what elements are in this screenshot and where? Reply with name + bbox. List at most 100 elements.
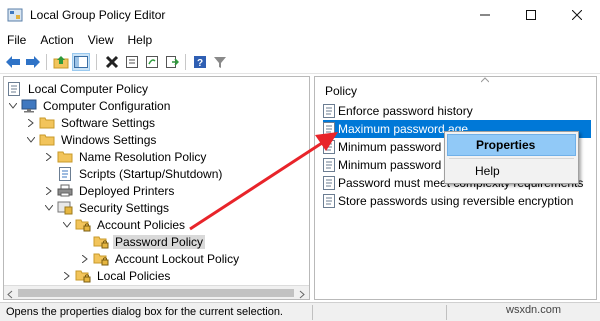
- export-list-icon: [166, 56, 179, 68]
- help-button[interactable]: ?: [191, 53, 209, 71]
- menu-action[interactable]: Action: [33, 33, 80, 47]
- scroll-right-arrow-icon[interactable]: [298, 288, 306, 299]
- forward-button[interactable]: [24, 53, 42, 71]
- tree-node-software-settings[interactable]: Software Settings: [26, 114, 157, 131]
- tree-label: Deployed Printers: [79, 183, 175, 198]
- locked-folder-icon: [75, 218, 91, 232]
- show-hide-tree-button[interactable]: [72, 53, 90, 71]
- status-divider: [446, 305, 447, 320]
- chevron-right-icon[interactable]: [80, 254, 90, 264]
- delete-icon: [105, 55, 119, 69]
- properties-button[interactable]: [123, 53, 141, 71]
- tree-label: Computer Configuration: [43, 98, 171, 113]
- tree-label: Account Policies: [97, 217, 186, 232]
- delete-button[interactable]: [103, 53, 121, 71]
- chevron-down-icon[interactable]: [8, 101, 18, 111]
- menu-help[interactable]: Help: [121, 33, 160, 47]
- scrollbar-thumb[interactable]: [18, 289, 294, 297]
- context-menu-properties[interactable]: Properties: [447, 134, 576, 156]
- policy-list-pane[interactable]: Policy Enforce password history Maximum …: [314, 76, 597, 300]
- up-one-level-button[interactable]: [52, 53, 70, 71]
- chevron-right-icon[interactable]: [26, 118, 36, 128]
- status-divider: [312, 305, 313, 320]
- policy-name: Minimum password: [338, 158, 442, 172]
- policy-setting-icon: [323, 176, 335, 190]
- refresh-button[interactable]: [143, 53, 161, 71]
- window-title: Local Group Policy Editor: [30, 8, 166, 22]
- back-button[interactable]: [4, 53, 22, 71]
- tree-node-password-policy[interactable]: Password Policy: [93, 233, 206, 250]
- toolbar-separator: [96, 54, 97, 70]
- tree-node-account-lockout-policy[interactable]: Account Lockout Policy: [80, 250, 241, 267]
- tree-node-windows-settings[interactable]: Windows Settings: [26, 131, 158, 148]
- menu-file[interactable]: File: [0, 33, 33, 47]
- policy-row[interactable]: Enforce password history: [323, 102, 591, 120]
- computer-icon: [21, 99, 37, 113]
- chevron-down-icon[interactable]: [44, 203, 54, 213]
- policy-name: Store passwords using reversible encrypt…: [338, 194, 574, 208]
- policy-setting-icon: [323, 122, 335, 136]
- policy-row[interactable]: Store passwords using reversible encrypt…: [323, 192, 591, 210]
- help-icon: ?: [194, 56, 206, 69]
- policy-name: Minimum password: [338, 140, 442, 154]
- up-folder-icon: [53, 56, 69, 69]
- folder-icon: [57, 150, 73, 164]
- tree-label: Scripts (Startup/Shutdown): [79, 166, 223, 181]
- minimize-icon: [480, 14, 490, 16]
- horizontal-scrollbar[interactable]: [4, 285, 309, 299]
- tree-node-local-policies[interactable]: Local Policies: [62, 267, 172, 284]
- properties-icon: [126, 56, 138, 68]
- tree-node-computer-configuration[interactable]: Computer Configuration: [8, 97, 172, 114]
- chevron-right-icon[interactable]: [44, 152, 54, 162]
- policy-column-header[interactable]: Policy: [325, 84, 357, 98]
- policy-setting-icon: [323, 158, 335, 172]
- folder-icon: [39, 133, 55, 147]
- chevron-right-icon[interactable]: [62, 271, 72, 281]
- tree-node-scripts[interactable]: Scripts (Startup/Shutdown): [57, 165, 224, 182]
- chevron-down-icon[interactable]: [62, 220, 72, 230]
- menu-view[interactable]: View: [81, 33, 121, 47]
- maximize-button[interactable]: [508, 0, 554, 30]
- toolbar-separator: [185, 54, 186, 70]
- tree-label-selected: Password Policy: [113, 234, 206, 249]
- sort-ascending-icon: [481, 77, 489, 83]
- tree-node-name-resolution-policy[interactable]: Name Resolution Policy: [44, 148, 208, 165]
- scroll-left-arrow-icon[interactable]: [6, 288, 14, 299]
- chevron-down-icon[interactable]: [26, 135, 36, 145]
- context-menu-help[interactable]: Help: [447, 160, 576, 182]
- export-list-button[interactable]: [163, 53, 181, 71]
- close-button[interactable]: [554, 0, 600, 30]
- policy-name: Enforce password history: [338, 104, 473, 118]
- locked-folder-icon: [93, 235, 109, 249]
- context-menu-separator: [449, 158, 574, 159]
- folder-icon: [39, 116, 55, 130]
- watermark-text: wsxdn.com: [506, 304, 562, 316]
- refresh-icon: [146, 56, 158, 68]
- close-icon: [572, 10, 582, 20]
- tree-node-security-settings[interactable]: Security Settings: [44, 199, 171, 216]
- group-policy-app-icon: [7, 7, 23, 23]
- chevron-right-icon[interactable]: [44, 186, 54, 196]
- context-menu: Properties Help: [444, 131, 579, 184]
- status-text: Opens the properties dialog box for the …: [6, 306, 283, 318]
- tree-label: Local Computer Policy: [28, 81, 149, 96]
- tree-node-account-policies[interactable]: Account Policies: [62, 216, 187, 233]
- minimize-button[interactable]: [462, 0, 508, 30]
- menu-bar: File Action View Help: [0, 30, 600, 50]
- scripts-icon: [57, 166, 73, 181]
- tree-label: Local Policies: [97, 268, 171, 283]
- console-tree-pane[interactable]: Local Computer Policy Computer Configura…: [3, 76, 310, 300]
- forward-arrow-icon: [26, 56, 40, 68]
- tree-node-deployed-printers[interactable]: Deployed Printers: [44, 182, 176, 199]
- tree-label: Software Settings: [61, 115, 156, 130]
- security-settings-icon: [57, 201, 73, 215]
- filter-button[interactable]: [211, 53, 229, 71]
- tree-node-local-computer-policy[interactable]: Local Computer Policy: [6, 80, 150, 97]
- maximize-icon: [526, 10, 536, 20]
- policy-setting-icon: [323, 140, 335, 154]
- show-hide-tree-icon: [74, 56, 88, 68]
- policy-setting-icon: [323, 104, 335, 118]
- tree-label: Security Settings: [79, 200, 170, 215]
- svg-text:?: ?: [197, 58, 203, 69]
- policy-setting-icon: [323, 194, 335, 208]
